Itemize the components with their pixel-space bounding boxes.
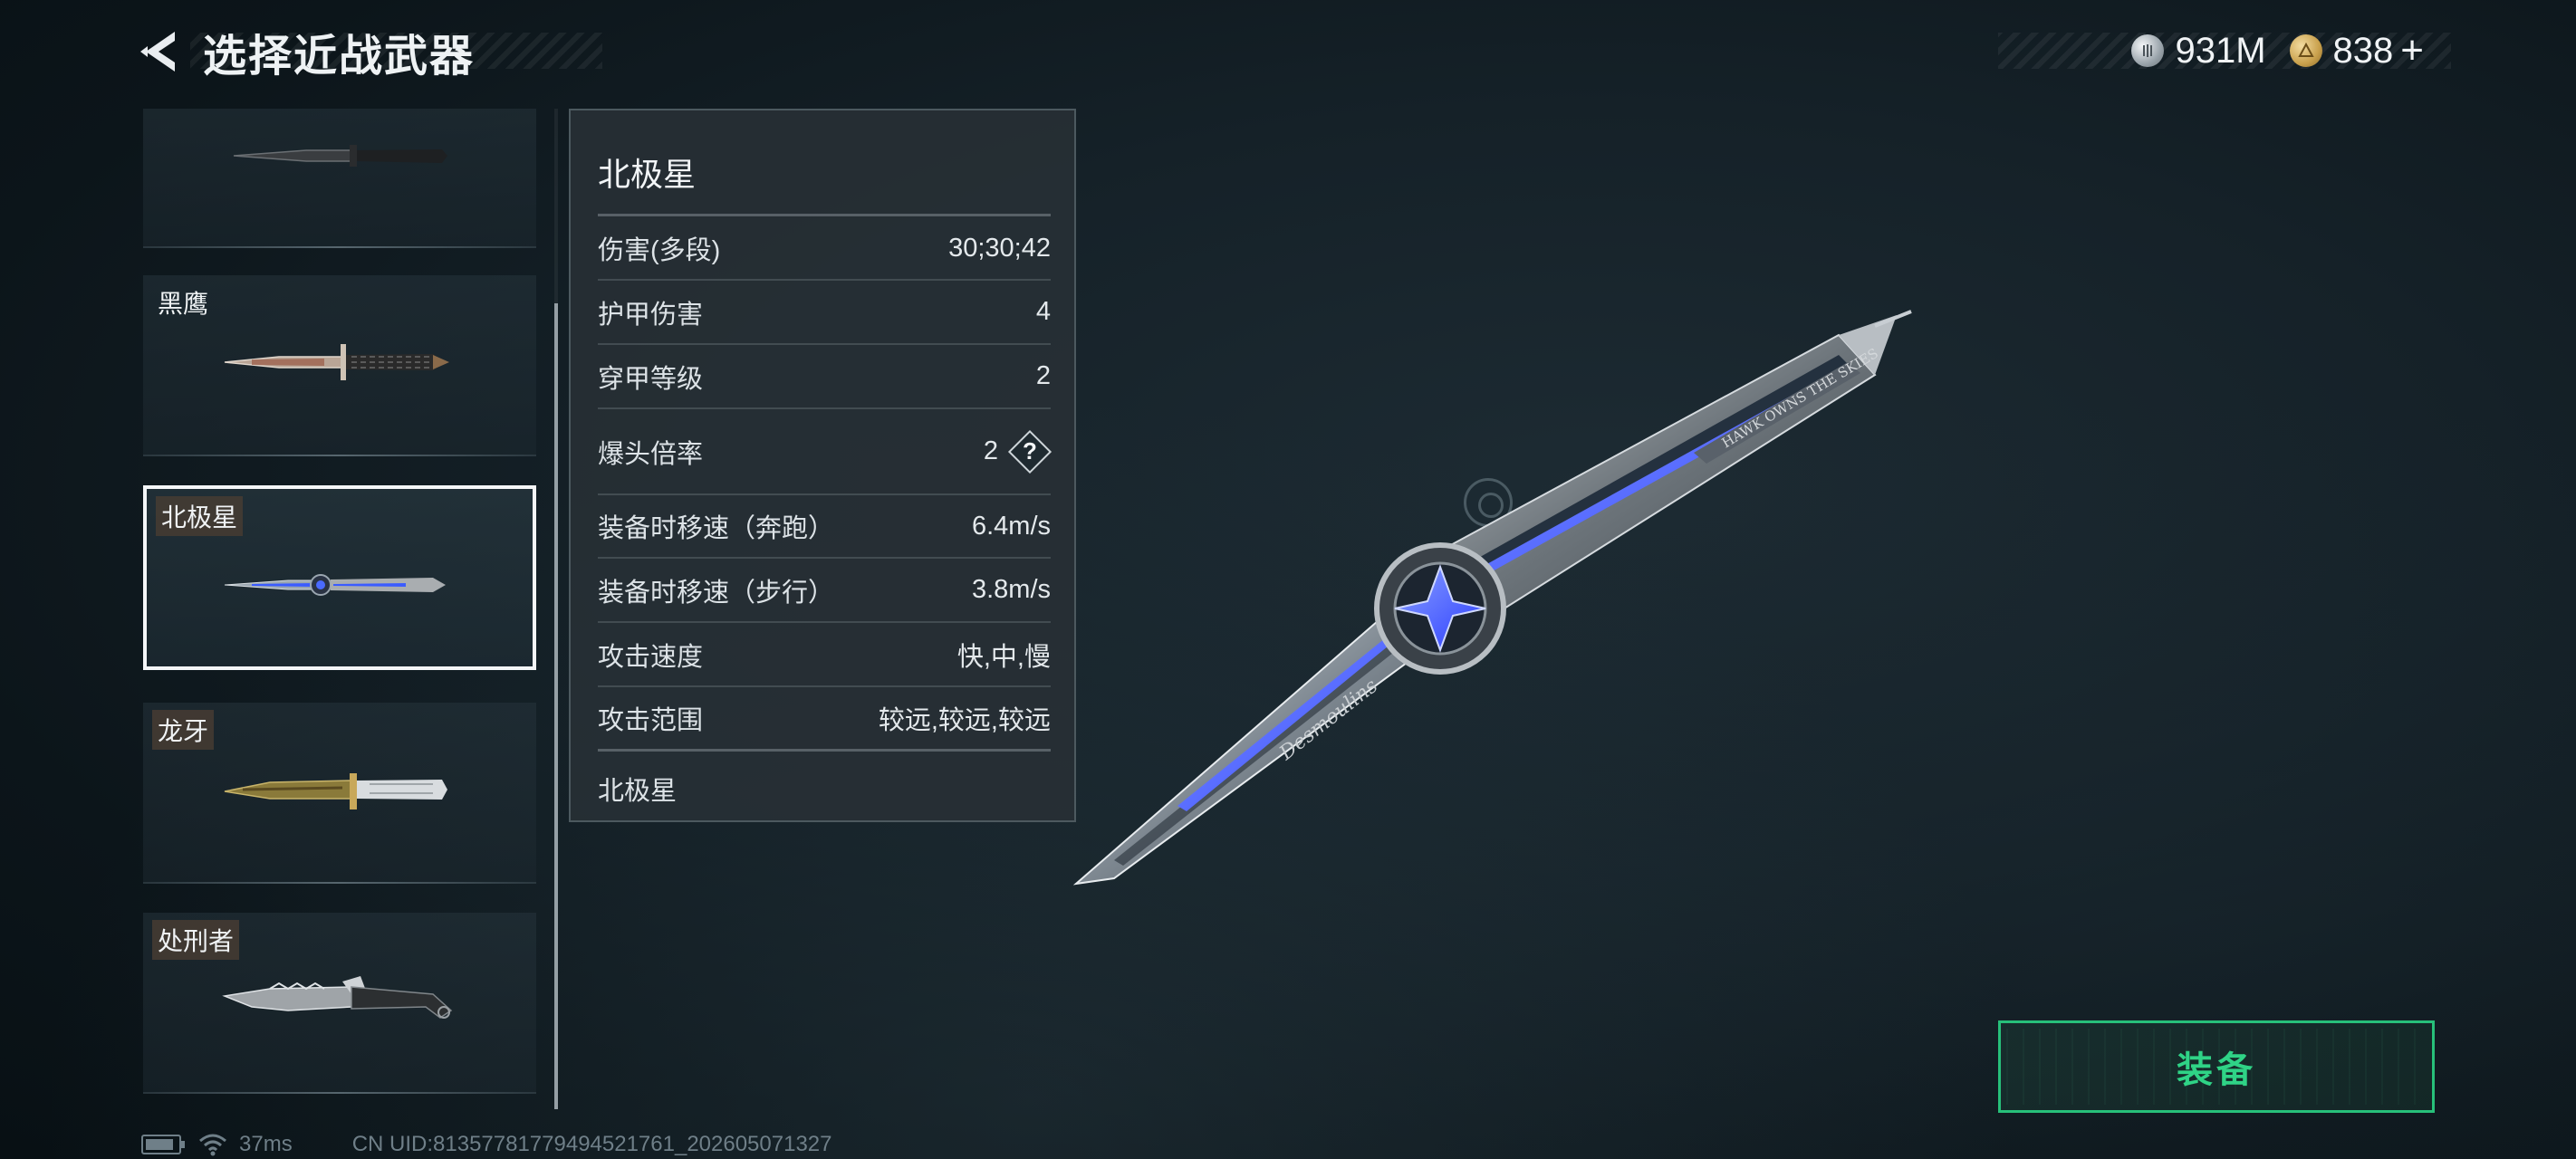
page-title: 选择近战武器 xyxy=(203,33,476,81)
help-icon: ? xyxy=(1023,437,1037,465)
battery-icon xyxy=(141,1135,185,1154)
card-divider xyxy=(143,455,536,456)
stat-label: 攻击范围 xyxy=(598,706,704,735)
stats-footer: 北极星 xyxy=(598,777,678,806)
stat-row-run-speed: 装备时移速（奔跑） 6.4m/s xyxy=(598,495,1051,559)
stats-weapon-name: 北极星 xyxy=(598,156,697,193)
gold-coin-icon xyxy=(2289,34,2322,67)
stat-label: 护甲伤害 xyxy=(598,300,704,330)
user-uid: CN UID:81357781779494521761_202605071327 xyxy=(351,1132,832,1156)
weapon-card-black-hawk[interactable]: 黑鹰 xyxy=(143,275,536,456)
stat-label: 爆头倍率 xyxy=(598,439,704,469)
gold-amount: 838 xyxy=(2332,30,2394,71)
card-divider xyxy=(143,246,536,248)
stat-value: 3.8m/s xyxy=(971,575,1051,604)
card-divider xyxy=(143,882,536,884)
stat-value: 6.4m/s xyxy=(971,511,1051,541)
weapon-card-polaris[interactable]: 北极星 xyxy=(143,485,536,670)
stat-row-headshot: 爆头倍率 2 ? xyxy=(598,409,1051,495)
stat-row-armor-damage: 护甲伤害 4 xyxy=(598,281,1051,345)
combat-knife-icon xyxy=(233,145,447,167)
stat-value: 较远,较远,较远 xyxy=(878,706,1051,735)
wifi-icon xyxy=(199,1134,226,1156)
weapon-card-combat-knife[interactable] xyxy=(143,109,536,248)
stat-label: 伤害(多段) xyxy=(598,236,721,265)
stat-row-attack-speed: 攻击速度 快,中,慢 xyxy=(598,623,1051,687)
stat-label: 穿甲等级 xyxy=(598,364,704,394)
weapon-list-scrollbar[interactable] xyxy=(554,109,558,1109)
add-gold-button[interactable]: + xyxy=(2400,28,2424,73)
stat-value-wrap: 2 ? xyxy=(984,431,1051,473)
ping-value: 37ms xyxy=(239,1132,293,1156)
silver-coin-icon xyxy=(2131,34,2165,67)
stat-row-attack-range: 攻击范围 较远,较远,较远 xyxy=(598,687,1051,752)
stat-row-penetration: 穿甲等级 2 xyxy=(598,345,1051,409)
stat-value: 2 xyxy=(1035,361,1051,390)
weapon-name: 北极星 xyxy=(156,496,244,536)
polaris-knife-icon xyxy=(224,574,446,596)
stat-label: 装备时移速（步行） xyxy=(598,578,835,608)
polaris-knife-hero: Desmoulins HAWK OWNS THE SKIES xyxy=(1072,310,1912,886)
back-button[interactable] xyxy=(136,28,183,75)
gold-currency: 838 + xyxy=(2289,28,2424,73)
back-arrow-icon xyxy=(140,32,175,72)
weapon-card-dragon-fang[interactable]: 龙牙 xyxy=(143,703,536,884)
stat-label: 装备时移速（奔跑） xyxy=(598,514,835,543)
card-divider xyxy=(143,1092,536,1094)
status-bar: 37ms CN UID:81357781779494521761_2026050… xyxy=(141,1130,832,1159)
stat-label: 攻击速度 xyxy=(598,642,704,672)
stat-value: 快,中,慢 xyxy=(956,642,1051,672)
stat-value: 30;30;42 xyxy=(948,233,1051,263)
dragon-fang-knife-icon xyxy=(224,773,447,809)
stats-divider xyxy=(598,214,1051,216)
weapon-name: 黑鹰 xyxy=(158,290,209,318)
guard xyxy=(1374,542,1506,675)
equip-button-label: 装备 xyxy=(2177,1050,2256,1090)
stat-row-damage: 伤害(多段) 30;30;42 xyxy=(598,217,1051,281)
scrollbar-thumb[interactable] xyxy=(554,303,558,1109)
weapon-name: 处刑者 xyxy=(152,920,240,960)
silver-currency: 931M xyxy=(2131,30,2266,72)
weapon-stats-panel: 北极星 伤害(多段) 30;30;42 护甲伤害 4 穿甲等级 2 爆头倍率 2… xyxy=(569,109,1076,822)
stat-value: 2 xyxy=(983,436,998,465)
page-header: 选择近战武器 xyxy=(136,24,602,81)
weapon-name: 龙牙 xyxy=(152,710,215,750)
stat-value: 4 xyxy=(1035,297,1051,326)
headshot-help-button[interactable]: ? xyxy=(1009,431,1051,473)
stat-row-walk-speed: 装备时移速（步行） 3.8m/s xyxy=(598,559,1051,623)
black-hawk-knife-icon xyxy=(224,344,449,380)
currency-bar: 931M 838 + xyxy=(1998,28,2451,72)
weapon-list: 黑鹰 北极星 龙牙 处刑者 xyxy=(143,109,536,1096)
weapon-card-executioner[interactable]: 处刑者 xyxy=(143,913,536,1094)
silver-amount: 931M xyxy=(2175,30,2266,71)
executioner-knife-icon xyxy=(222,976,453,1019)
equip-button[interactable]: 装备 xyxy=(1998,1020,2435,1113)
